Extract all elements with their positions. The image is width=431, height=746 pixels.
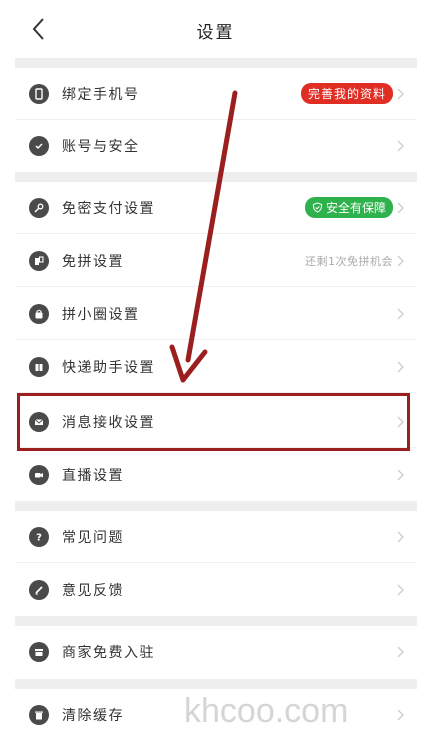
- row-feedback[interactable]: 意见反馈: [15, 564, 417, 616]
- row-label: 常见问题: [62, 529, 124, 546]
- watermark: khcoo.com: [184, 692, 349, 730]
- edit-icon: [29, 580, 49, 600]
- chevron-right-icon: [397, 361, 404, 372]
- shield-check-icon: [312, 202, 323, 213]
- chevron-right-icon: [397, 140, 404, 152]
- row-merchant-join[interactable]: 商家免费入驻: [15, 626, 417, 678]
- section-divider: [15, 58, 417, 68]
- chevron-right-icon: [397, 308, 404, 319]
- row-express-helper[interactable]: 快递助手设置: [15, 341, 417, 393]
- phone-icon: [29, 83, 49, 104]
- row-free-group[interactable]: 免拼设置 还剩1次免拼机会: [15, 235, 417, 287]
- highlight-box: [17, 393, 410, 451]
- chevron-right-icon: [397, 202, 404, 213]
- chevron-right-icon: [397, 255, 404, 266]
- row-label: 意见反馈: [62, 583, 124, 599]
- chevron-right-icon: [397, 709, 404, 721]
- row-label: 拼小圈设置: [62, 306, 140, 323]
- group-icon: [29, 250, 49, 271]
- free-group-hint: 还剩1次免拼机会: [305, 254, 393, 268]
- settings-screen: 设置 绑定手机号 完善我的资料 账号与安全 免密支付设置 安全有保障 免拼设置 …: [0, 0, 431, 746]
- row-password-free-pay[interactable]: 免密支付设置 安全有保障: [15, 182, 417, 234]
- row-circle-settings[interactable]: 拼小圈设置: [15, 288, 417, 340]
- row-live-settings[interactable]: 直播设置: [15, 449, 417, 501]
- row-label: 免密支付设置: [62, 200, 155, 217]
- section-divider: [15, 679, 417, 689]
- shield-icon: [29, 136, 49, 156]
- chevron-right-icon: [397, 531, 404, 542]
- section-divider: [15, 172, 417, 182]
- svg-text:?: ?: [36, 532, 42, 543]
- video-icon: [29, 465, 49, 485]
- row-label: 免拼设置: [62, 253, 124, 270]
- section-divider: [15, 616, 417, 626]
- row-label: 清除缓存: [62, 708, 124, 724]
- store-icon: [29, 642, 49, 662]
- header: 设置: [0, 0, 431, 58]
- chevron-right-icon: [397, 646, 404, 658]
- row-faq[interactable]: ? 常见问题: [15, 511, 417, 563]
- page-title: 设置: [196, 23, 235, 43]
- security-badge-text: 安全有保障: [325, 201, 386, 215]
- row-label: 商家免费入驻: [62, 645, 155, 661]
- package-icon: [29, 356, 49, 377]
- chevron-right-icon: [397, 584, 404, 596]
- chevron-right-icon: [397, 88, 404, 99]
- complete-profile-badge[interactable]: 完善我的资料: [300, 83, 393, 104]
- key-icon: [29, 197, 49, 218]
- chevron-right-icon: [397, 469, 404, 481]
- row-label: 快递助手设置: [62, 359, 155, 376]
- section-divider: [15, 501, 417, 511]
- row-bind-phone[interactable]: 绑定手机号 完善我的资料: [15, 68, 417, 120]
- row-account-security[interactable]: 账号与安全: [15, 120, 417, 172]
- trash-icon: [29, 705, 49, 725]
- bag-icon: [29, 303, 49, 324]
- row-label: 绑定手机号: [62, 86, 140, 103]
- row-label: 直播设置: [62, 468, 124, 484]
- question-icon: ?: [29, 526, 49, 547]
- security-badge: 安全有保障: [304, 197, 393, 218]
- row-label: 账号与安全: [62, 139, 140, 155]
